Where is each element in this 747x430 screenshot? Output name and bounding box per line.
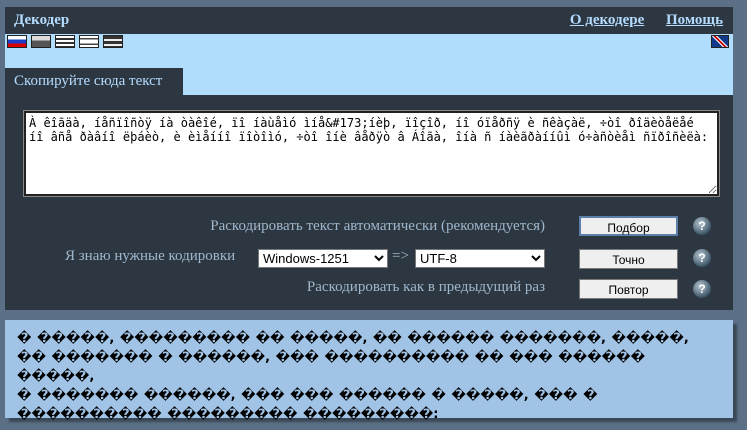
help-icon[interactable]: ? [693, 217, 711, 235]
input-textarea[interactable]: À êîãäà, íåñïîñòÿ íà òàêîé, ïî íàùåìó ìí… [23, 110, 720, 197]
exact-decode-button[interactable]: Точно [579, 249, 678, 269]
about-link[interactable]: О декодере [570, 12, 644, 28]
greece-flag-icon[interactable] [55, 35, 75, 48]
russia-flag-icon[interactable] [7, 35, 27, 48]
target-encoding-select[interactable]: UTF-8 [415, 249, 545, 268]
manual-label: Я знаю нужные кодировки [65, 248, 236, 264]
language-band: Скопируйте сюда текст [5, 34, 733, 95]
arrow-label: => [392, 248, 409, 264]
source-encoding-select[interactable]: Windows-1251 [258, 249, 388, 268]
israel-flag-icon[interactable] [79, 35, 99, 48]
uk-flag-icon[interactable] [711, 35, 729, 48]
tab-paste-text[interactable]: Скопируйте сюда текст [5, 68, 183, 95]
grey-flag-icon[interactable] [31, 35, 51, 48]
output-line: ���������� ��������� ���������: [17, 407, 439, 422]
nav: О декодере Помощь [552, 12, 723, 29]
help-icon[interactable]: ? [693, 249, 711, 267]
help-link[interactable]: Помощь [666, 12, 723, 28]
striped-flag-icon[interactable] [103, 35, 123, 48]
repeat-label: Раскодировать как в предыдущий раз [306, 279, 545, 295]
header: Декодер О декодере Помощь [5, 7, 733, 34]
auto-label: Раскодировать текст автоматически (реком… [210, 218, 545, 234]
output-line: � ������� ������, ��� ��� ������ � �����… [17, 388, 598, 403]
app-title[interactable]: Декодер [14, 12, 69, 29]
output-line: � �����, ��������� �� �����, �� ������ �… [17, 331, 689, 346]
output-line: �� ������� � ������, ��� ���������� �� �… [17, 350, 646, 384]
auto-decode-button[interactable]: Подбор [579, 216, 678, 236]
repeat-decode-button[interactable]: Повтор [579, 279, 678, 299]
decoder-panel: Декодер О декодере Помощь Скопируйте сюд… [5, 7, 733, 310]
help-icon[interactable]: ? [693, 280, 711, 298]
output-box: � �����, ��������� �� �����, �� ������ �… [5, 320, 733, 422]
